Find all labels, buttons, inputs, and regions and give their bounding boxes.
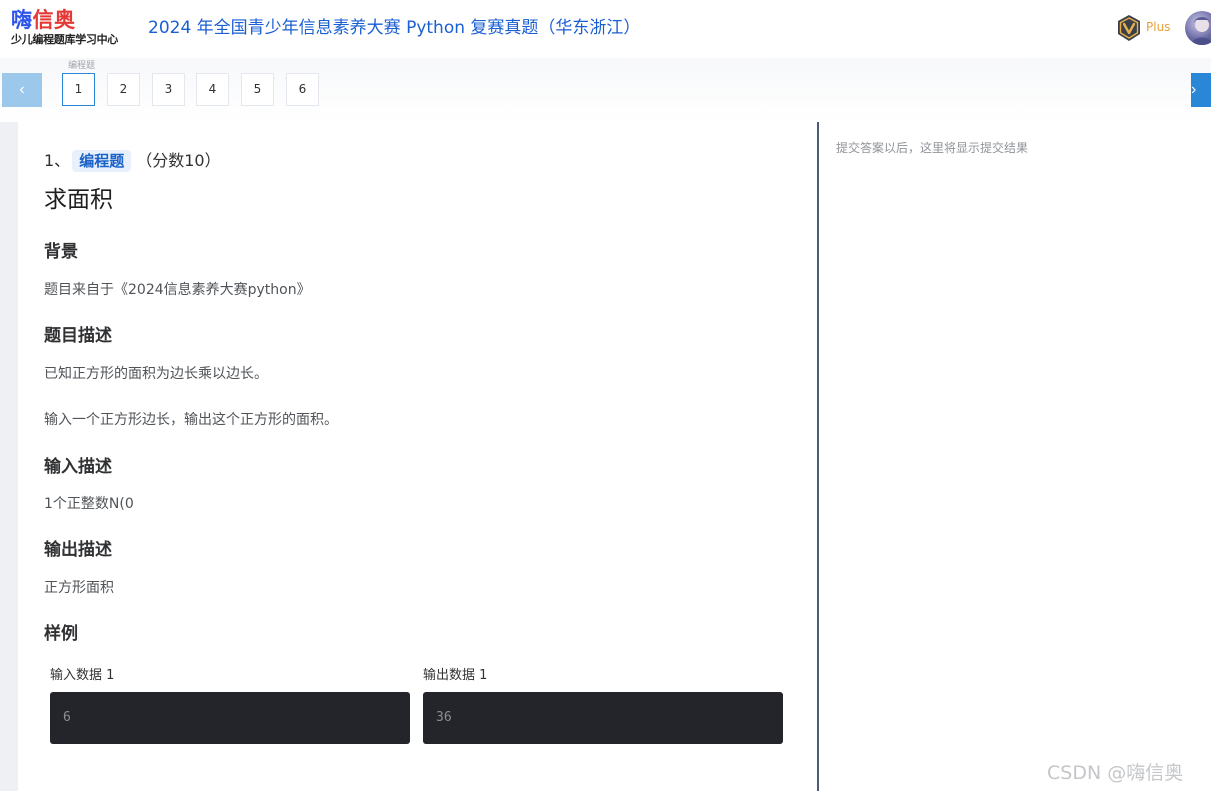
description-heading: 题目描述 [44,326,112,346]
user-avatar[interactable] [1185,11,1211,45]
question-button-1[interactable]: 1 [62,73,95,106]
sample-input-label: 输入数据 1 [50,668,115,683]
sample-input-box[interactable]: 6 [50,692,410,744]
input-description-heading: 输入描述 [44,457,112,477]
prev-page-button[interactable]: ‹ [2,73,42,107]
question-type-tag: 编程题 [72,150,132,172]
avatar-image [1191,17,1211,45]
question-title: 求面积 [44,187,113,213]
logo-text-part1: 嗨 [11,8,33,32]
description-text-1: 已知正方形的面积为边长乘以边长。 [44,366,268,382]
question-button-4[interactable]: 4 [196,73,229,106]
sample-heading: 样例 [44,624,78,644]
question-number: 1、 [44,151,71,170]
left-gutter [0,122,18,791]
result-hint: 提交答案以后，这里将显示提交结果 [836,141,1029,155]
input-description-text: 1个正整数N(0 [44,496,134,512]
result-panel: 提交答案以后，这里将显示提交结果 [819,122,1211,791]
output-description-heading: 输出描述 [44,540,112,560]
next-page-button[interactable]: › [1191,73,1211,107]
question-score: （分数10） [136,151,221,170]
plus-label: Plus [1146,20,1171,34]
logo-subtitle: 少儿编程题库学习中心 [11,33,118,46]
output-description-text: 正方形面积 [44,580,114,596]
sample-output-label: 输出数据 1 [423,668,488,683]
page-title: 2024 年全国青少年信息素养大赛 Python 复赛真题（华东浙江） [148,18,641,38]
question-button-5[interactable]: 5 [241,73,274,106]
logo-text: 嗨信奥 [11,7,76,33]
background-text: 题目来自于《2024信息素养大赛python》 [44,282,311,298]
question-nav-bar: ‹ 编程题 1 2 3 4 5 6 › [0,58,1211,123]
question-header: 1、 编程题 （分数10） [44,149,221,173]
watermark: CSDN @嗨信奥 [1047,762,1184,784]
background-heading: 背景 [44,242,78,262]
sample-output-box[interactable]: 36 [423,692,783,744]
logo-text-part2: 信奥 [32,8,76,32]
vip-shield-icon [1118,15,1140,41]
nav-group-label: 编程题 [68,61,96,71]
site-logo[interactable]: 嗨信奥 少儿编程题库学习中心 [11,7,131,49]
question-button-2[interactable]: 2 [107,73,140,106]
question-panel: 1、 编程题 （分数10） 求面积 背景 题目来自于《2024信息素养大赛pytho… [18,122,817,791]
description-text-2: 输入一个正方形边长，输出这个正方形的面积。 [44,412,338,428]
top-header: 嗨信奥 少儿编程题库学习中心 2024 年全国青少年信息素养大赛 Python … [0,0,1211,58]
question-button-3[interactable]: 3 [152,73,185,106]
question-button-6[interactable]: 6 [286,73,319,106]
plus-membership-badge[interactable]: Plus [1116,14,1176,42]
